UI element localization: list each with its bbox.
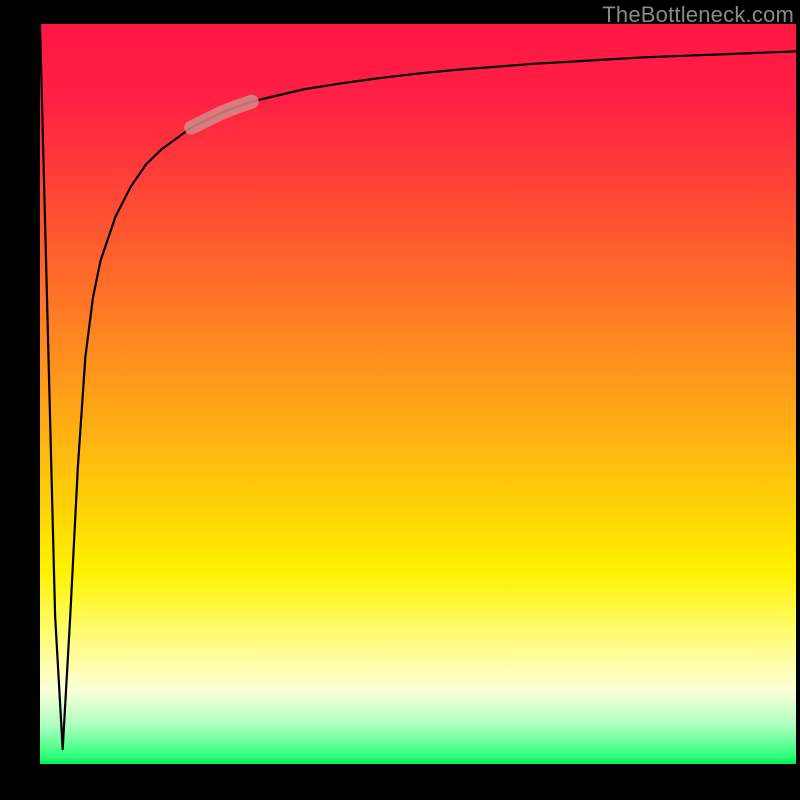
series-curve: [40, 24, 796, 749]
curve-layer: [40, 24, 796, 764]
chart-frame: TheBottleneck.com: [0, 0, 800, 800]
plot-area: [40, 24, 796, 764]
highlight-segment: [191, 102, 251, 128]
